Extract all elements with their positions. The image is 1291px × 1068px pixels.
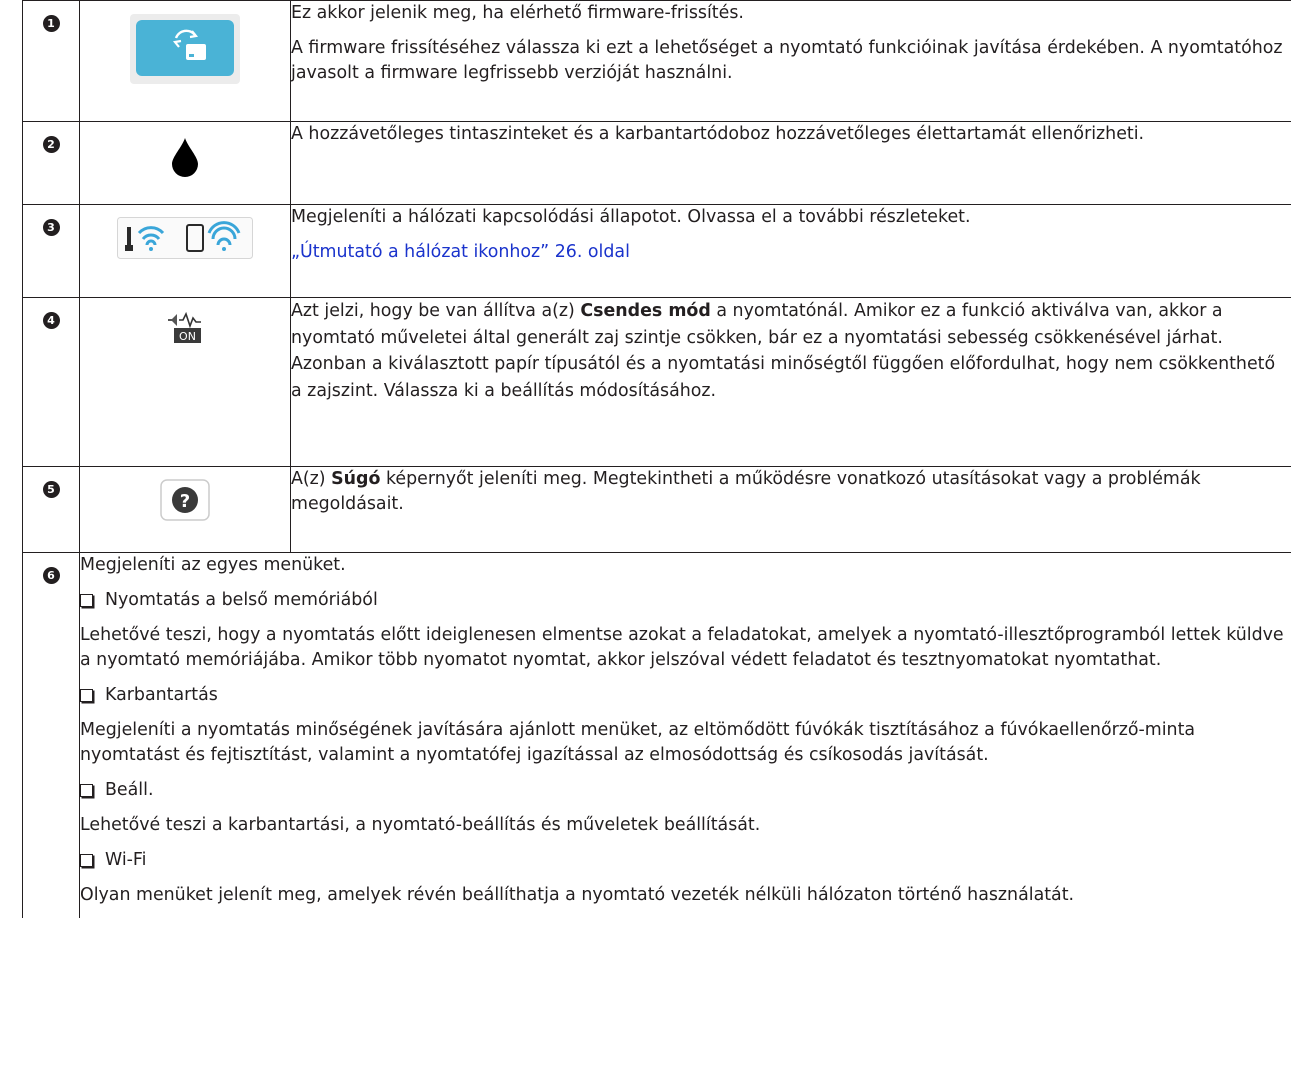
row-number-badge: 4 bbox=[42, 312, 60, 329]
quiet-mode-term: Csendes mód bbox=[580, 301, 711, 321]
menu-intro: Megjeleníti az egyes menüket. bbox=[80, 555, 346, 575]
firmware-update-icon bbox=[130, 14, 240, 92]
network-icon-guide-link[interactable]: „Útmutató a hálózat ikonhoz” 26. oldal bbox=[291, 240, 1291, 265]
text-after: képernyőt jeleníti meg. Megtekintheti a … bbox=[291, 469, 1201, 514]
table-row: 5 ? A(z) Súgó képernyőt jeleníti meg. Me… bbox=[22, 466, 1291, 553]
svg-text:ON: ON bbox=[179, 330, 196, 343]
checkbox-bullet-icon bbox=[80, 594, 93, 607]
help-term: Súgó bbox=[331, 469, 381, 489]
svg-text:?: ? bbox=[180, 491, 190, 512]
row-number-badge: 1 bbox=[42, 15, 60, 32]
table-row: 2 A hozzávetőleges tintaszinteket és a k… bbox=[22, 121, 1291, 205]
table-row: 1 Ez akkor jelenik meg, ha elérhető firm… bbox=[22, 0, 1291, 122]
text-before: A(z) bbox=[291, 469, 332, 489]
quiet-mode-on-icon: ON bbox=[165, 310, 205, 356]
table-row: 4 ON Azt jelzi, hogy be van állítva a(z)… bbox=[22, 297, 1291, 467]
table-row: 6 Megjeleníti az egyes menüket. Nyomtatá… bbox=[22, 552, 1291, 918]
checkbox-bullet-icon bbox=[80, 854, 93, 867]
menu-item-description: Olyan menüket jelenít meg, amelyek révén… bbox=[80, 885, 1075, 905]
help-icon: ? bbox=[160, 479, 210, 529]
row-number-badge: 2 bbox=[42, 136, 60, 153]
checkbox-bullet-icon bbox=[80, 784, 93, 797]
icon-reference-table: 1 Ez akkor jelenik meg, ha elérhető firm… bbox=[22, 0, 1291, 918]
menu-item-title: Beáll. bbox=[80, 778, 1291, 803]
row-description: Azt jelzi, hogy be van állítva a(z) Csen… bbox=[291, 298, 1291, 404]
row-number-badge: 5 bbox=[42, 481, 60, 498]
checkbox-bullet-icon bbox=[80, 689, 93, 702]
row-number-badge: 3 bbox=[42, 219, 60, 236]
row-description: A firmware frissítéséhez válassza ki ezt… bbox=[291, 38, 1283, 83]
menu-item-title: Karbantartás bbox=[80, 683, 1291, 708]
ink-drop-icon bbox=[170, 137, 200, 185]
menu-item-description: Lehetővé teszi, hogy a nyomtatás előtt i… bbox=[80, 625, 1284, 670]
menu-item-description: Megjeleníti a nyomtatás minőségének javí… bbox=[80, 720, 1196, 765]
row-description: Ez akkor jelenik meg, ha elérhető firmwa… bbox=[291, 3, 744, 23]
row-description: Megjeleníti a hálózati kapcsolódási álla… bbox=[291, 207, 971, 227]
row-description: A hozzávetőleges tintaszinteket és a kar… bbox=[291, 124, 1145, 144]
menu-item-description: Lehetővé teszi a karbantartási, a nyomta… bbox=[80, 815, 761, 835]
table-row: 3 Megjeleníti a hálózati kapcsolódási ál… bbox=[22, 204, 1291, 298]
menu-item-title: Nyomtatás a belső memóriából bbox=[80, 588, 1291, 613]
network-status-icon bbox=[117, 217, 253, 267]
row-number-badge: 6 bbox=[42, 567, 60, 584]
menu-item-title: Wi-Fi bbox=[80, 848, 1291, 873]
text-before: Azt jelzi, hogy be van állítva a(z) bbox=[291, 301, 581, 321]
row-description: A(z) Súgó képernyőt jeleníti meg. Megtek… bbox=[291, 467, 1291, 517]
